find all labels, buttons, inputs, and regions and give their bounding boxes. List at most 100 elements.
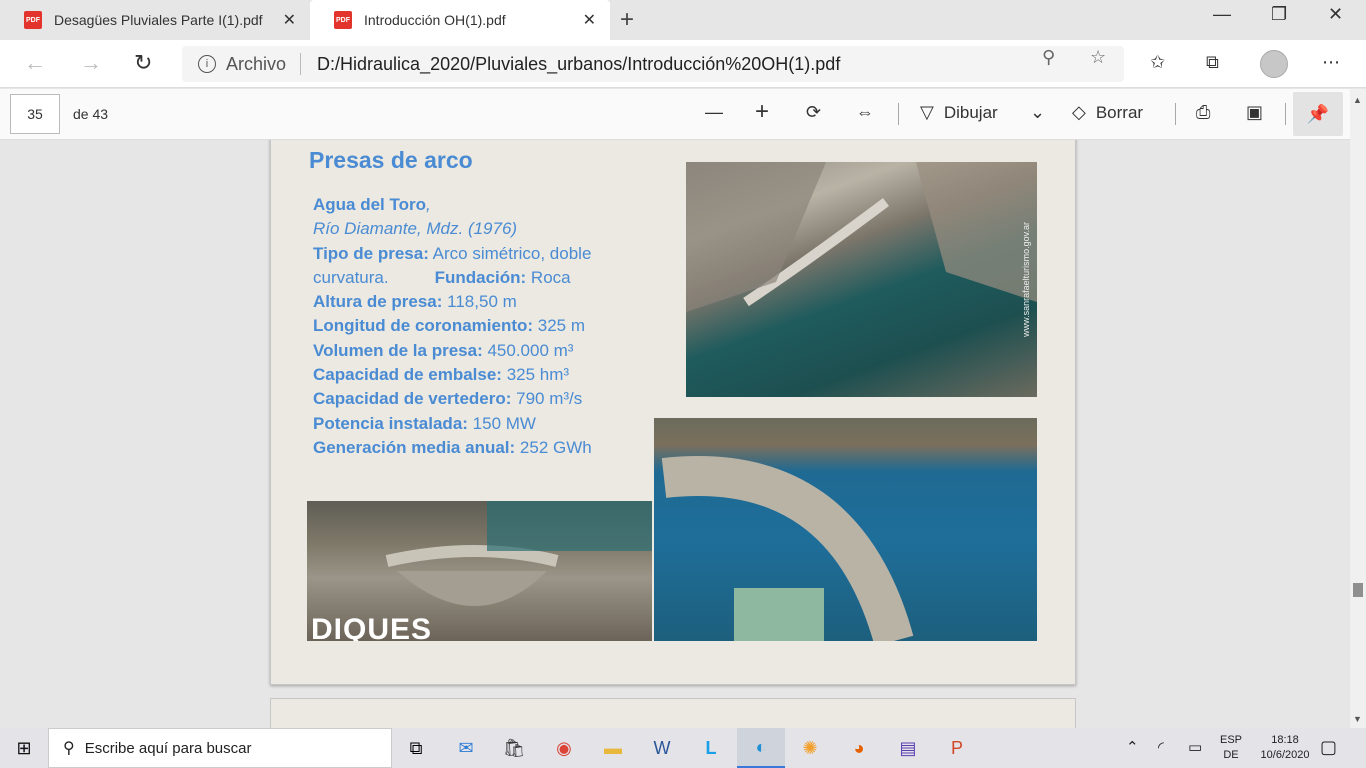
chevron-up-icon[interactable]: ⌃ bbox=[1126, 738, 1139, 756]
info-row: Generación media anual: 252 GWh bbox=[313, 436, 592, 460]
info-label: Fundación: bbox=[434, 267, 527, 287]
chrome-icon[interactable]: ◉ bbox=[540, 728, 588, 768]
settings-app-icon[interactable]: ✺ bbox=[786, 728, 834, 768]
page-number-input[interactable]: 35 bbox=[10, 94, 60, 134]
save-icon[interactable]: ▣ bbox=[1246, 102, 1263, 123]
tab-desagues[interactable]: PDF Desagües Pluviales Parte I(1).pdf ✕ bbox=[0, 0, 310, 40]
clock-date: 10/6/2020 bbox=[1260, 749, 1310, 761]
info-row: Altura de presa: 118,50 m bbox=[313, 290, 592, 314]
notification-icon[interactable]: ▢ bbox=[1320, 737, 1337, 758]
info-row: Tipo de presa: Arco simétrico, doble bbox=[313, 242, 592, 266]
info-icon[interactable]: i bbox=[198, 55, 216, 73]
url-input[interactable]: i Archivo D:/Hidraulica_2020/Pluviales_u… bbox=[182, 46, 1124, 82]
taskbar-search[interactable]: ⚲ Escribe aquí para buscar bbox=[48, 728, 392, 768]
search-icon: ⚲ bbox=[63, 740, 75, 757]
word-icon[interactable]: W bbox=[638, 728, 686, 768]
pdf-icon: PDF bbox=[334, 11, 352, 29]
pdf-toolbar: 35 de 43 — + ⟳ ⇔ ▽ Dibujar ⌄ ◇ Borrar ⎙ … bbox=[0, 89, 1366, 140]
info-label: Capacidad de embalse: bbox=[313, 365, 502, 385]
scroll-thumb[interactable] bbox=[1353, 583, 1363, 597]
clock-time: 18:18 bbox=[1271, 734, 1299, 746]
info-value: 325 m bbox=[533, 316, 586, 336]
info-label: Generación media anual: bbox=[313, 437, 516, 457]
dam-illustration bbox=[686, 162, 1037, 312]
info-value: 325 hm³ bbox=[501, 365, 570, 385]
info-row: Potencia instalada: 150 MW bbox=[313, 412, 592, 436]
info-label: Volumen de la presa: bbox=[313, 340, 483, 360]
url-text: D:/Hidraulica_2020/Pluviales_urbanos/Int… bbox=[317, 53, 841, 74]
divider bbox=[1285, 103, 1286, 125]
draw-button[interactable]: ▽ Dibujar bbox=[920, 102, 998, 123]
divider bbox=[898, 103, 899, 125]
draw-icon: ▽ bbox=[920, 102, 934, 122]
back-icon[interactable]: ← bbox=[24, 50, 46, 76]
minimize-button[interactable]: — bbox=[1213, 4, 1231, 25]
refresh-icon[interactable]: ↻ bbox=[134, 50, 152, 76]
zoom-in-icon[interactable]: + bbox=[755, 98, 769, 126]
print-icon[interactable]: ⎙ bbox=[1196, 102, 1210, 123]
clock[interactable]: 18:18 10/6/2020 bbox=[1254, 733, 1316, 763]
save-app-icon[interactable]: ▤ bbox=[884, 728, 932, 768]
collections-icon[interactable]: ⧉ bbox=[1206, 52, 1219, 73]
chevron-down-icon[interactable]: ⌄ bbox=[1030, 102, 1045, 123]
info-value: 150 MW bbox=[467, 413, 536, 433]
favorite-star-icon[interactable]: ☆ bbox=[1090, 47, 1106, 68]
pdf-viewer[interactable]: Presas de arco Agua del Toro, Río Diaman… bbox=[0, 140, 1350, 728]
language-indicator[interactable]: ESP DE bbox=[1220, 733, 1242, 763]
divider bbox=[1175, 103, 1176, 125]
maximize-button[interactable]: ❐ bbox=[1271, 4, 1287, 25]
language-sub: DE bbox=[1223, 749, 1239, 761]
info-row: Longitud de coronamiento: 325 m bbox=[313, 314, 592, 338]
dam-info: Agua del Toro, Río Diamante, Mdz. (1976)… bbox=[313, 193, 592, 460]
scroll-down-icon[interactable]: ▼ bbox=[1353, 714, 1362, 724]
dam-location: Río Diamante, Mdz. (1976) bbox=[313, 219, 518, 239]
zoom-icon[interactable]: ⚲ bbox=[1042, 47, 1055, 68]
info-label: Potencia instalada: bbox=[313, 413, 468, 433]
powerpoint-icon[interactable]: P bbox=[933, 728, 981, 768]
page-total: de 43 bbox=[73, 106, 109, 122]
dam-wall-photo bbox=[654, 418, 1037, 641]
slide-title: Presas de arco bbox=[309, 147, 473, 173]
dam-overview-photo: DIQUES bbox=[307, 501, 652, 641]
taskbar: ⊞ ⚲ Escribe aquí para buscar ⧉ ✉ 🛍 ◉ ▬ W… bbox=[0, 728, 1366, 768]
tab-strip: PDF Desagües Pluviales Parte I(1).pdf ✕ … bbox=[0, 0, 1366, 40]
firefox-icon[interactable]: ◕ bbox=[835, 728, 883, 768]
task-view-icon[interactable]: ⧉ bbox=[392, 728, 440, 768]
zoom-out-icon[interactable]: — bbox=[705, 102, 723, 123]
info-value: Roca bbox=[526, 267, 571, 287]
forward-icon[interactable]: → bbox=[80, 50, 102, 76]
favorites-icon[interactable]: ✩ bbox=[1150, 52, 1165, 73]
erase-button[interactable]: ◇ Borrar bbox=[1072, 102, 1143, 123]
windows-start-icon[interactable]: ⊞ bbox=[0, 728, 48, 768]
dam-name-line: Agua del Toro, bbox=[313, 193, 592, 217]
info-row: Capacidad de embalse: 325 hm³ bbox=[313, 363, 592, 387]
new-tab-button[interactable]: + bbox=[620, 6, 634, 34]
info-value: 450.000 m³ bbox=[482, 340, 574, 360]
info-value: 118,50 m bbox=[442, 292, 517, 312]
more-icon[interactable]: ⋯ bbox=[1322, 52, 1340, 73]
fit-width-icon[interactable]: ⇔ bbox=[856, 102, 874, 123]
scheme-label: Archivo bbox=[226, 53, 287, 74]
close-icon[interactable]: ✕ bbox=[283, 10, 296, 30]
mail-icon[interactable]: ✉ bbox=[442, 728, 490, 768]
avatar[interactable] bbox=[1260, 50, 1288, 78]
close-icon[interactable]: ✕ bbox=[583, 10, 596, 30]
tab-introduccion[interactable]: PDF Introducción OH(1).pdf ✕ bbox=[310, 0, 610, 40]
info-value: 790 m³/s bbox=[511, 389, 583, 409]
wifi-icon[interactable]: ◜ bbox=[1158, 738, 1164, 756]
close-window-button[interactable]: ✕ bbox=[1328, 4, 1343, 25]
pdf-next-page bbox=[270, 698, 1076, 728]
battery-icon[interactable]: ▭ bbox=[1188, 738, 1202, 756]
app-l-icon[interactable]: L bbox=[687, 728, 735, 768]
rotate-icon[interactable]: ⟳ bbox=[806, 102, 821, 123]
dam-illustration bbox=[661, 456, 914, 641]
pin-toolbar-button[interactable]: 📌 bbox=[1293, 92, 1343, 136]
eraser-icon: ◇ bbox=[1072, 102, 1086, 122]
edge-icon[interactable]: ◐ bbox=[737, 728, 785, 768]
info-label: Altura de presa: bbox=[313, 292, 443, 312]
file-explorer-icon[interactable]: ▬ bbox=[589, 728, 637, 768]
scroll-up-icon[interactable]: ▲ bbox=[1353, 95, 1362, 105]
store-icon[interactable]: 🛍 bbox=[490, 728, 538, 768]
info-label: Longitud de coronamiento: bbox=[313, 316, 534, 336]
scrollbar[interactable]: ▲ ▼ bbox=[1350, 89, 1366, 728]
